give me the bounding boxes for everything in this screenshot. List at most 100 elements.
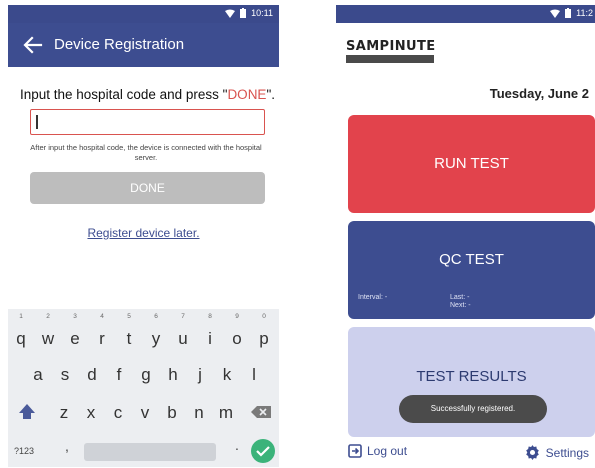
key-f[interactable]: f [107,357,131,393]
wifi-icon [550,9,561,18]
key-z[interactable]: z [52,395,76,431]
page-title: Device Registration [54,36,185,53]
key-i[interactable]: 8i [198,313,222,357]
key-l[interactable]: l [242,357,266,393]
key-u-number: 7 [181,313,185,320]
key-t[interactable]: 5t [117,313,141,357]
enter-key[interactable] [251,439,275,463]
soft-keyboard: 1q 2w 3e 4r 5t 6y 7u 8i 9o 0p a s d f g … [8,309,279,467]
key-h[interactable]: h [161,357,185,393]
logout-icon [348,444,362,458]
key-g[interactable]: g [134,357,158,393]
text-caret [36,115,38,129]
key-o[interactable]: 9o [225,313,249,357]
run-test-button[interactable]: RUN TEST [348,115,595,213]
key-e-label: e [70,329,80,348]
status-time: 11:2 [576,8,593,18]
key-c[interactable]: c [106,395,130,431]
period-key[interactable]: . [235,437,239,453]
key-q-number: 1 [19,313,23,320]
key-o-number: 9 [235,313,239,320]
backspace-icon [251,406,271,418]
qc-test-label: QC TEST [439,251,504,268]
settings-label: Settings [545,445,589,460]
qc-test-button[interactable]: QC TEST Interval: - Last: - Next: - [348,221,595,319]
main-menu-screen: 11:2 SAMPINUTE Tuesday, June 2 RUN TEST … [336,5,595,467]
key-p-label: p [259,329,269,348]
key-u-label: u [178,329,188,348]
key-m[interactable]: m [214,395,238,431]
check-icon [256,446,270,457]
status-time: 10:11 [251,8,273,18]
key-q[interactable]: 1q [9,313,33,357]
status-bar: 11:2 [336,5,595,23]
key-w-number: 2 [46,313,50,320]
device-registration-screen: 10:11 Device Registration Input the hosp… [8,5,279,467]
key-i-label: i [208,329,212,348]
space-key[interactable] [84,443,216,461]
qc-interval: Interval: - [358,294,388,301]
key-v[interactable]: v [133,395,157,431]
shift-key[interactable] [13,395,41,429]
test-results-label: TEST RESULTS [416,368,527,385]
status-icons: 10:11 [225,8,273,18]
key-r[interactable]: 4r [90,313,114,357]
run-test-label: RUN TEST [434,155,509,172]
key-r-label: r [99,329,105,348]
key-o-label: o [232,329,242,348]
bottom-bar: Log out Settings [336,437,595,467]
key-u[interactable]: 7u [171,313,195,357]
key-a[interactable]: a [26,357,50,393]
symbols-key[interactable]: ?123 [14,446,34,456]
key-n[interactable]: n [187,395,211,431]
hospital-code-input[interactable] [30,109,265,135]
key-p-number: 0 [262,313,266,320]
instruction-prefix: Input the hospital code and press " [20,87,228,102]
qc-next: Next: - [450,302,471,309]
hint-text: After input the hospital code, the devic… [30,143,262,162]
key-r-number: 4 [100,313,104,320]
logout-label: Log out [367,444,408,458]
key-y[interactable]: 6y [144,313,168,357]
key-t-number: 5 [127,313,131,320]
backspace-key[interactable] [248,395,276,429]
shift-icon [19,404,35,419]
key-i-number: 8 [208,313,212,320]
key-w[interactable]: 2w [36,313,60,357]
brand-logo: SAMPINUTE [346,39,436,54]
key-e[interactable]: 3e [63,313,87,357]
instruction-text: Input the hospital code and press "DONE"… [20,87,275,102]
key-b[interactable]: b [160,395,184,431]
done-button[interactable]: DONE [30,172,265,204]
battery-icon [565,8,572,18]
key-p[interactable]: 0p [252,313,276,357]
status-icons: 11:2 [550,8,593,18]
key-w-label: w [41,329,55,348]
key-y-number: 6 [154,313,158,320]
gear-icon [525,445,539,460]
key-x[interactable]: x [79,395,103,431]
brand-underline [346,55,434,63]
key-q-label: q [16,329,26,348]
toast-message: Successfully registered. [399,395,547,423]
key-j[interactable]: j [188,357,212,393]
register-later-link[interactable]: Register device later. [8,226,279,240]
key-d[interactable]: d [80,357,104,393]
status-bar: 10:11 [8,5,279,23]
key-t-label: t [126,329,132,348]
instruction-done-word: DONE [227,87,267,102]
key-y-label: y [151,329,161,348]
key-s[interactable]: s [53,357,77,393]
app-bar: Device Registration [8,23,279,67]
logout-button[interactable]: Log out [348,444,407,458]
comma-key[interactable]: , [65,438,69,454]
settings-button[interactable]: Settings [524,444,589,461]
date-label: Tuesday, June 2 [489,86,589,101]
arrow-left-icon[interactable] [22,34,44,56]
key-e-number: 3 [73,313,77,320]
battery-icon [240,8,247,18]
instruction-suffix: ". [266,87,275,102]
qc-last: Last: - [450,294,470,301]
wifi-icon [225,9,236,18]
key-k[interactable]: k [215,357,239,393]
